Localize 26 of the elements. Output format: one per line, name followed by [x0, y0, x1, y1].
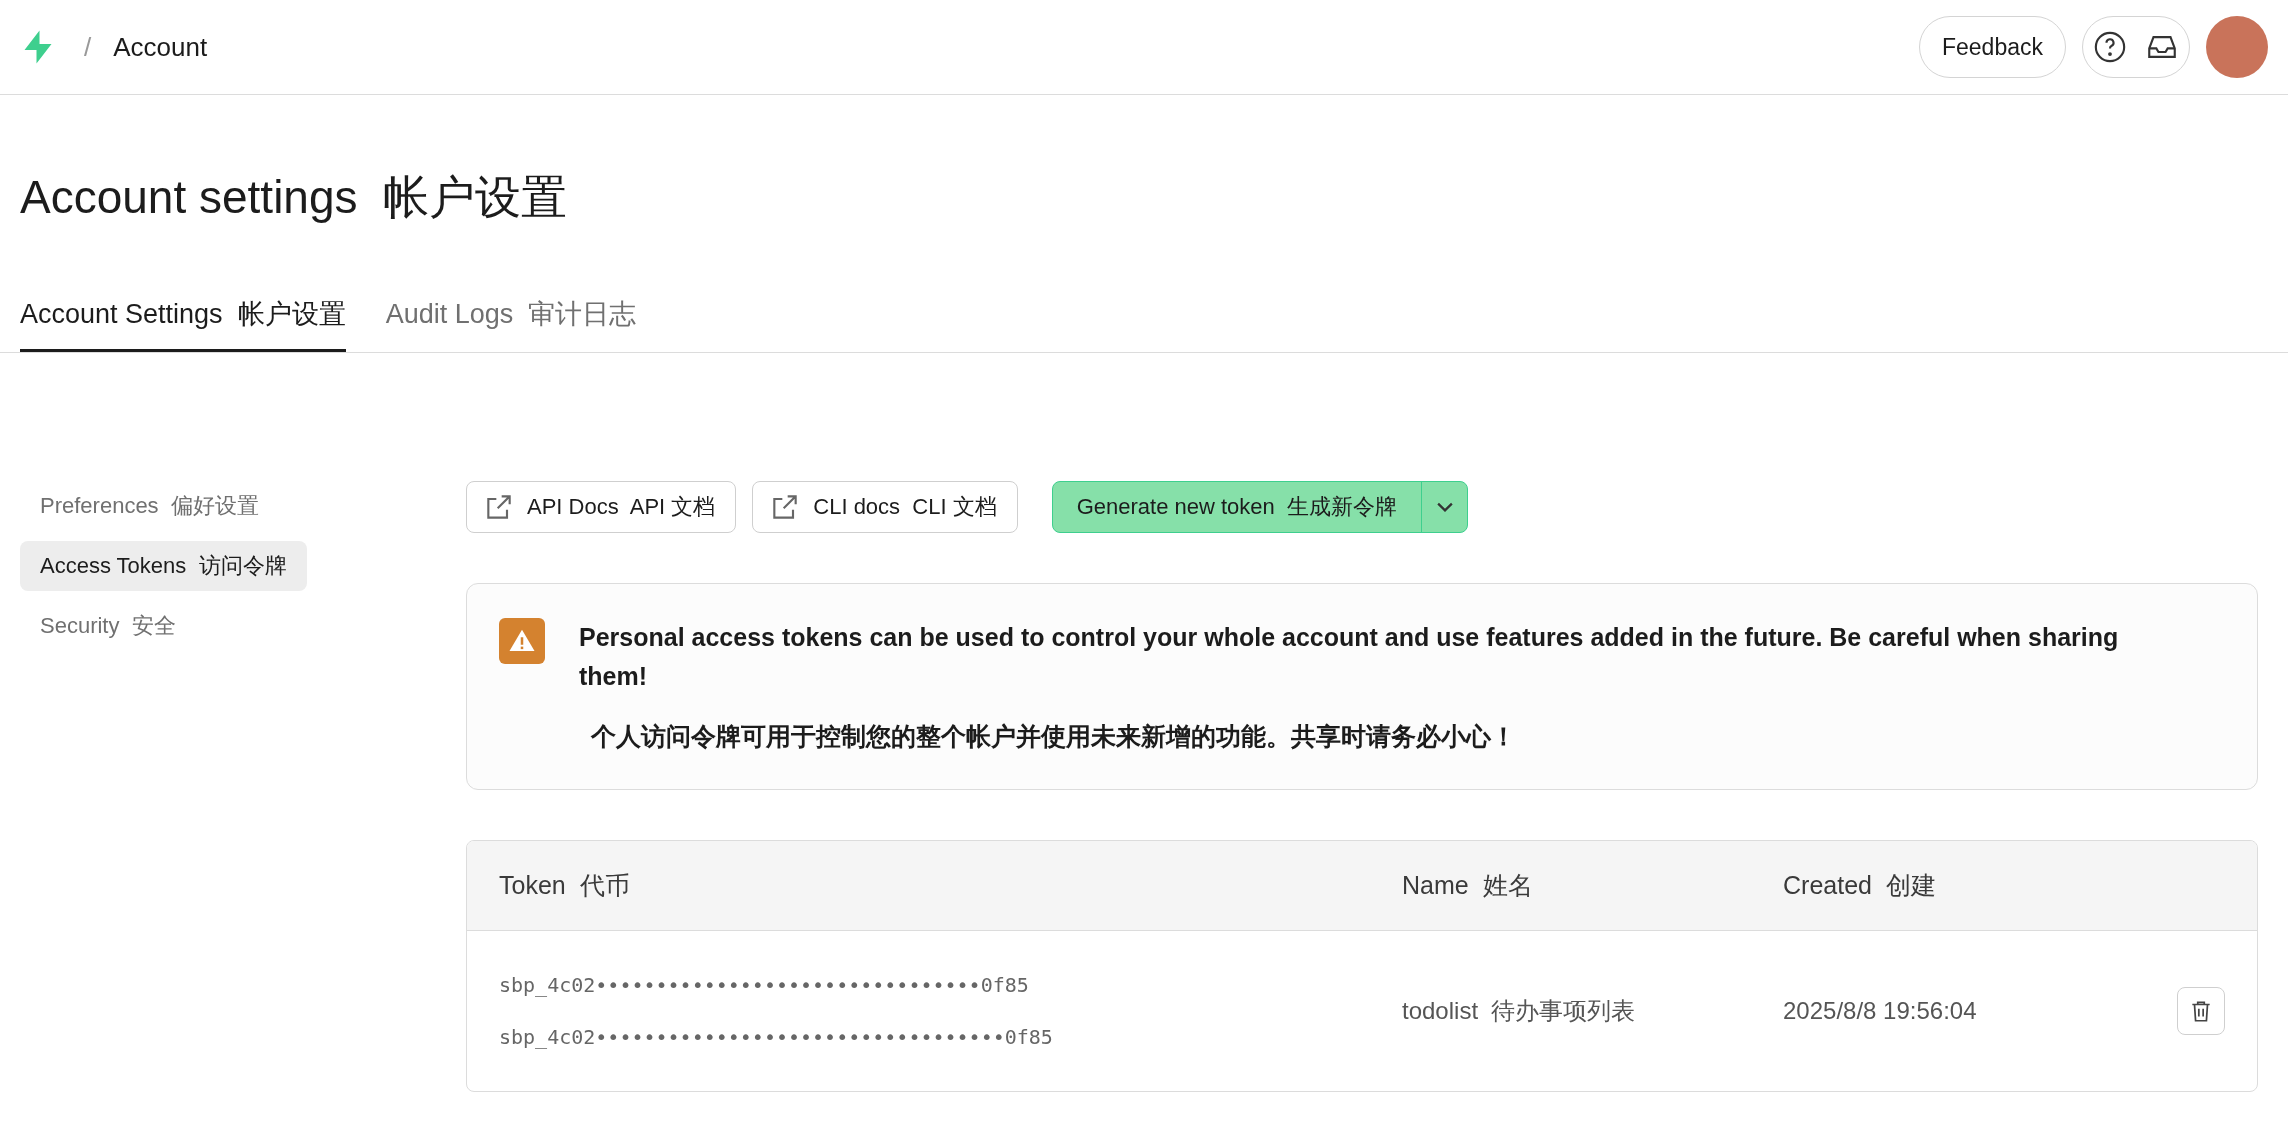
token-value: sbp_4c02••••••••••••••••••••••••••••••••••0f85 — [499, 1024, 1054, 1051]
warning-icon — [499, 617, 545, 664]
generate-token-button[interactable]: Generate new token 生成新令牌 — [1052, 481, 1422, 532]
docs-link-button[interactable]: CLI docs CLI 文档 — [752, 480, 1018, 533]
docs-link-button[interactable]: API Docs API 文档 — [466, 480, 737, 533]
breadcrumb-separator: / — [84, 30, 92, 64]
token-value: sbp_4c02••••••••••••••••••••••••••••••••0f85 — [499, 972, 1030, 999]
sidebar-item[interactable]: Preferences 偏好设置 — [20, 480, 279, 531]
token-name: todolist 待办事项列表 — [1402, 996, 1637, 1026]
breadcrumb-item[interactable]: Account — [113, 27, 208, 67]
chevron-down-icon — [1436, 501, 1453, 512]
warning-translation: 个人访问令牌可用于控制您的整个帐户并使用未来新增的功能。共享时请务必小心！ — [589, 720, 1517, 752]
help-icon[interactable] — [2093, 30, 2127, 64]
sidebar-item[interactable]: Access Tokens 访问令牌 — [20, 540, 307, 591]
page-title: Account settings 帐户设置 — [19, 170, 569, 225]
external-link-icon — [487, 494, 511, 519]
created-date: 2025/8/8 19:56:04 — [1783, 996, 1977, 1026]
delete-button[interactable] — [2177, 987, 2225, 1035]
tab[interactable]: Account Settings 帐户设置 — [20, 294, 346, 352]
warning-text: Personal access tokens can be used to control your whole account and use features added in the future. Be careful when sharing them! — [579, 621, 2120, 692]
external-link-icon — [773, 494, 798, 519]
sidebar-item[interactable]: Security 安全 — [20, 600, 196, 651]
column-header: Name 姓名 — [1402, 869, 1534, 901]
column-header: Created 创建 — [1783, 869, 1936, 901]
column-header: Token 代币 — [498, 869, 631, 901]
tab[interactable]: Audit Logs 审计日志 — [385, 294, 637, 352]
